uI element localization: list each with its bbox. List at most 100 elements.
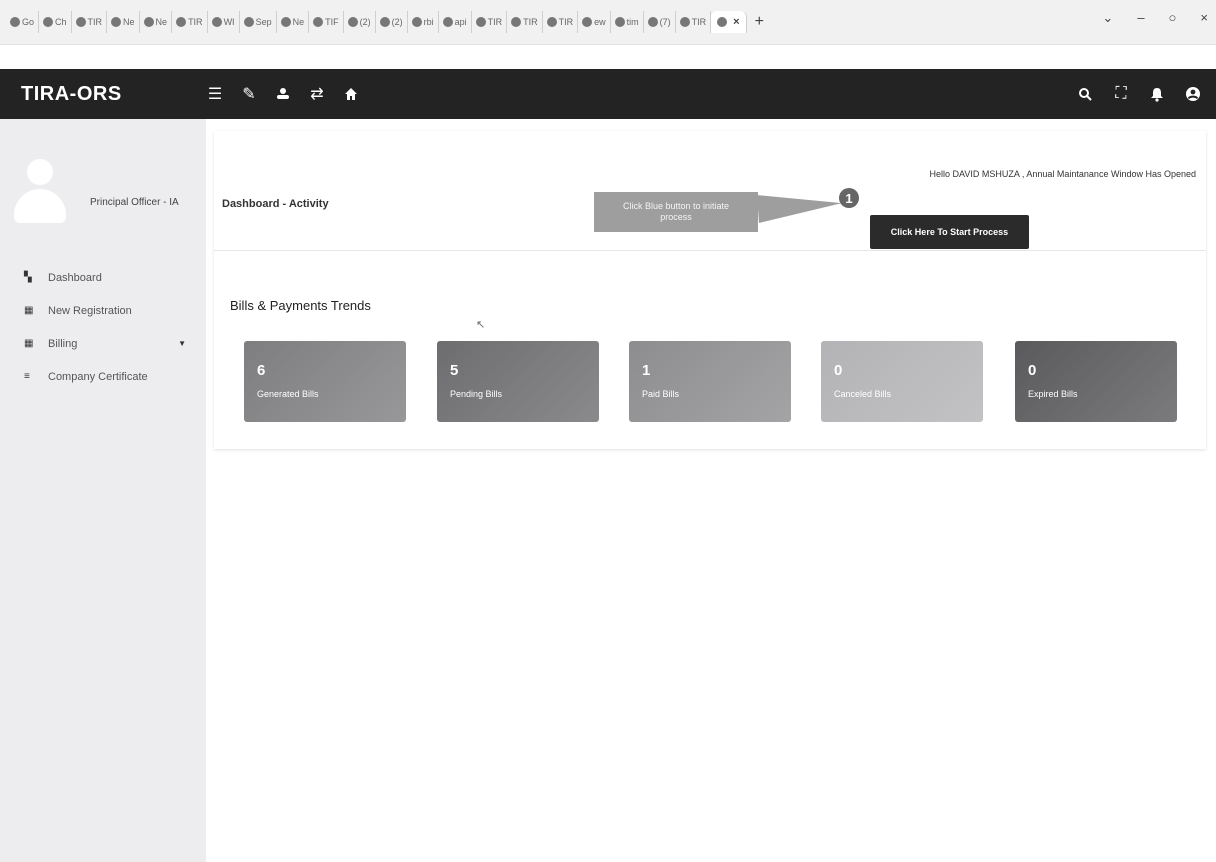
menu-icon[interactable]: ☰ bbox=[206, 85, 224, 103]
browser-tab-label: Ne bbox=[155, 17, 168, 27]
sidebar-item-billing[interactable]: ▦ Billing ▼ bbox=[0, 327, 206, 360]
user-icon[interactable] bbox=[274, 85, 292, 103]
tab-favicon-icon bbox=[717, 17, 728, 27]
stat-card-generated-bills[interactable]: 6 Generated Bills bbox=[244, 341, 406, 422]
tab-search-chevron-icon[interactable]: ⌄ bbox=[1102, 10, 1113, 26]
sidebar-item-new-registration[interactable]: ▦ New Registration bbox=[0, 294, 206, 327]
guide-tooltip: Click Blue button to initiate process bbox=[594, 192, 758, 232]
list-icon: ≡ bbox=[24, 371, 30, 382]
greeting-message: Hello DAVID MSHUZA , Annual Maintanance … bbox=[929, 169, 1196, 179]
browser-tab[interactable]: TIR bbox=[172, 11, 208, 33]
tab-favicon-icon bbox=[313, 17, 324, 27]
swap-icon[interactable]: ⇄ bbox=[308, 85, 326, 103]
tab-favicon-icon bbox=[176, 17, 187, 27]
browser-tab[interactable]: (2) bbox=[344, 11, 376, 33]
browser-tab[interactable]: Ne bbox=[140, 11, 173, 33]
header-toolbar: ☰ ✎ ⇄ bbox=[206, 85, 360, 103]
stat-label: Expired Bills bbox=[1028, 389, 1078, 399]
browser-tab[interactable]: TIR bbox=[543, 11, 579, 33]
start-process-button[interactable]: Click Here To Start Process bbox=[870, 215, 1029, 249]
maximize-button[interactable]: ○ bbox=[1169, 10, 1177, 26]
tab-favicon-icon bbox=[411, 17, 422, 27]
avatar[interactable] bbox=[14, 159, 66, 227]
browser-tab[interactable]: TIR bbox=[472, 11, 508, 33]
grid-icon: ▦ bbox=[24, 338, 34, 349]
user-role: Principal Officer - IA bbox=[90, 197, 179, 208]
grid-icon: ▦ bbox=[24, 305, 34, 316]
dashboard-icon: ▚ bbox=[24, 272, 32, 283]
browser-tab[interactable]: TIR bbox=[676, 11, 712, 33]
stat-value: 1 bbox=[642, 362, 651, 379]
browser-tab[interactable]: Ne bbox=[107, 11, 140, 33]
browser-tab-label: Sep bbox=[255, 17, 272, 27]
minimize-button[interactable]: – bbox=[1137, 10, 1144, 26]
browser-tab[interactable]: rbi bbox=[408, 11, 439, 33]
caret-down-icon: ▼ bbox=[178, 339, 186, 348]
search-icon[interactable] bbox=[1076, 85, 1094, 103]
browser-tab-label: tim bbox=[626, 17, 639, 27]
browser-tab[interactable]: TIR bbox=[72, 11, 108, 33]
fullscreen-icon[interactable]: ⛶ bbox=[1112, 85, 1130, 103]
browser-tab[interactable]: WI bbox=[208, 11, 240, 33]
browser-tab[interactable]: Sep bbox=[240, 11, 277, 33]
sidebar-item-label: Company Certificate bbox=[48, 370, 148, 383]
bell-icon[interactable] bbox=[1148, 85, 1166, 103]
browser-tab[interactable]: Go bbox=[6, 11, 40, 33]
browser-tab-label: Ne bbox=[292, 17, 305, 27]
browser-tab-label: rbi bbox=[423, 17, 434, 27]
browser-tab[interactable]: Ne bbox=[277, 11, 310, 33]
browser-tab[interactable]: ew bbox=[578, 11, 611, 33]
browser-tab-label: TIR bbox=[558, 17, 574, 27]
divider bbox=[214, 250, 1206, 251]
sidebar-item-label: New Registration bbox=[48, 304, 132, 317]
window-controls: ⌄ – ○ × bbox=[1102, 10, 1208, 26]
tab-close-icon[interactable]: × bbox=[733, 16, 739, 28]
home-icon[interactable] bbox=[342, 85, 360, 103]
browser-tab[interactable]: api bbox=[439, 11, 472, 33]
tab-favicon-icon bbox=[347, 17, 358, 27]
tab-favicon-icon bbox=[614, 17, 625, 27]
browser-tab-active[interactable]: × bbox=[711, 11, 747, 33]
browser-tab-label: TIR bbox=[523, 17, 538, 27]
tab-favicon-icon bbox=[442, 17, 453, 27]
stat-value: 0 bbox=[834, 362, 843, 379]
stat-card-expired-bills[interactable]: 0 Expired Bills bbox=[1015, 341, 1177, 422]
browser-tab[interactable]: Ch bbox=[39, 11, 72, 33]
browser-tab-label: (2) bbox=[391, 17, 403, 27]
sidebar-item-label: Billing bbox=[48, 337, 78, 350]
tab-favicon-icon bbox=[243, 17, 254, 27]
browser-tab[interactable]: (2) bbox=[376, 11, 408, 33]
stat-label: Canceled Bills bbox=[834, 389, 892, 399]
stat-label: Paid Bills bbox=[642, 389, 680, 399]
tab-favicon-icon bbox=[679, 17, 690, 27]
browser-tab[interactable]: (7) bbox=[644, 11, 676, 33]
brand-logo[interactable]: TIRA-ORS bbox=[21, 83, 206, 106]
tab-favicon-icon bbox=[511, 17, 522, 27]
browser-tab-label: TIR bbox=[691, 17, 707, 27]
account-icon[interactable] bbox=[1184, 85, 1202, 103]
sidebar-item-dashboard[interactable]: ▚ Dashboard bbox=[0, 261, 206, 294]
window-close-button[interactable]: × bbox=[1200, 10, 1208, 26]
browser-tab-label: WI bbox=[223, 17, 235, 27]
header-right-icons: ⛶ bbox=[1076, 69, 1202, 119]
browser-tab-label: TIR bbox=[188, 17, 203, 27]
new-tab-button[interactable]: + bbox=[755, 13, 764, 31]
browser-tab-label: Go bbox=[22, 17, 35, 27]
page-title: Dashboard - Activity bbox=[222, 198, 329, 210]
tab-favicon-icon bbox=[211, 17, 222, 27]
stat-card-canceled-bills[interactable]: 0 Canceled Bills bbox=[821, 341, 983, 422]
browser-tab[interactable]: TIR bbox=[507, 11, 543, 33]
tab-favicon-icon bbox=[280, 17, 291, 27]
tab-favicon-icon bbox=[582, 17, 593, 27]
mouse-cursor-icon: ↖ bbox=[476, 319, 486, 331]
stat-card-paid-bills[interactable]: 1 Paid Bills bbox=[629, 341, 791, 422]
browser-tab[interactable]: TIF bbox=[309, 11, 344, 33]
browser-tab-strip: Go Ch TIR Ne Ne TIR WI Sep Ne TIF (2) (2) rbi api TIR T… bbox=[0, 0, 1216, 45]
browser-tab[interactable]: tim bbox=[611, 11, 644, 33]
stat-value: 0 bbox=[1028, 362, 1037, 379]
stats-row: 6 Generated Bills 5 Pending Bills 1 Paid… bbox=[244, 341, 1199, 422]
stat-card-pending-bills[interactable]: 5 Pending Bills bbox=[437, 341, 599, 422]
pin-icon[interactable]: ✎ bbox=[240, 85, 258, 103]
sidebar-item-company-certificate[interactable]: ≡ Company Certificate bbox=[0, 360, 206, 393]
tooltip-pointer bbox=[757, 189, 843, 223]
